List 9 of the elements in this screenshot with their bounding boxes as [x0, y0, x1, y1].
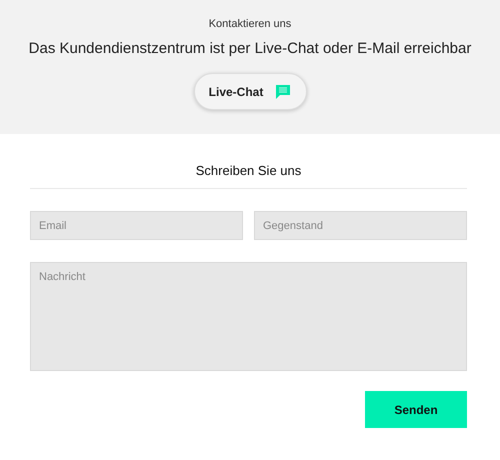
live-chat-button[interactable]: Live-Chat — [194, 73, 306, 110]
form-title: Schreiben Sie uns — [30, 163, 467, 189]
header-title: Das Kundendienstzentrum ist per Live-Chat oder E-Mail erreichbar — [28, 40, 472, 57]
input-field[interactable]: Email — [30, 211, 243, 240]
input-field[interactable]: Gegenstand — [254, 211, 467, 240]
message-field[interactable]: Nachricht — [30, 262, 467, 371]
section-eyebrow: Kontaktieren uns — [208, 18, 292, 30]
send-button[interactable]: Senden — [365, 391, 467, 428]
chat-icon — [275, 84, 292, 100]
